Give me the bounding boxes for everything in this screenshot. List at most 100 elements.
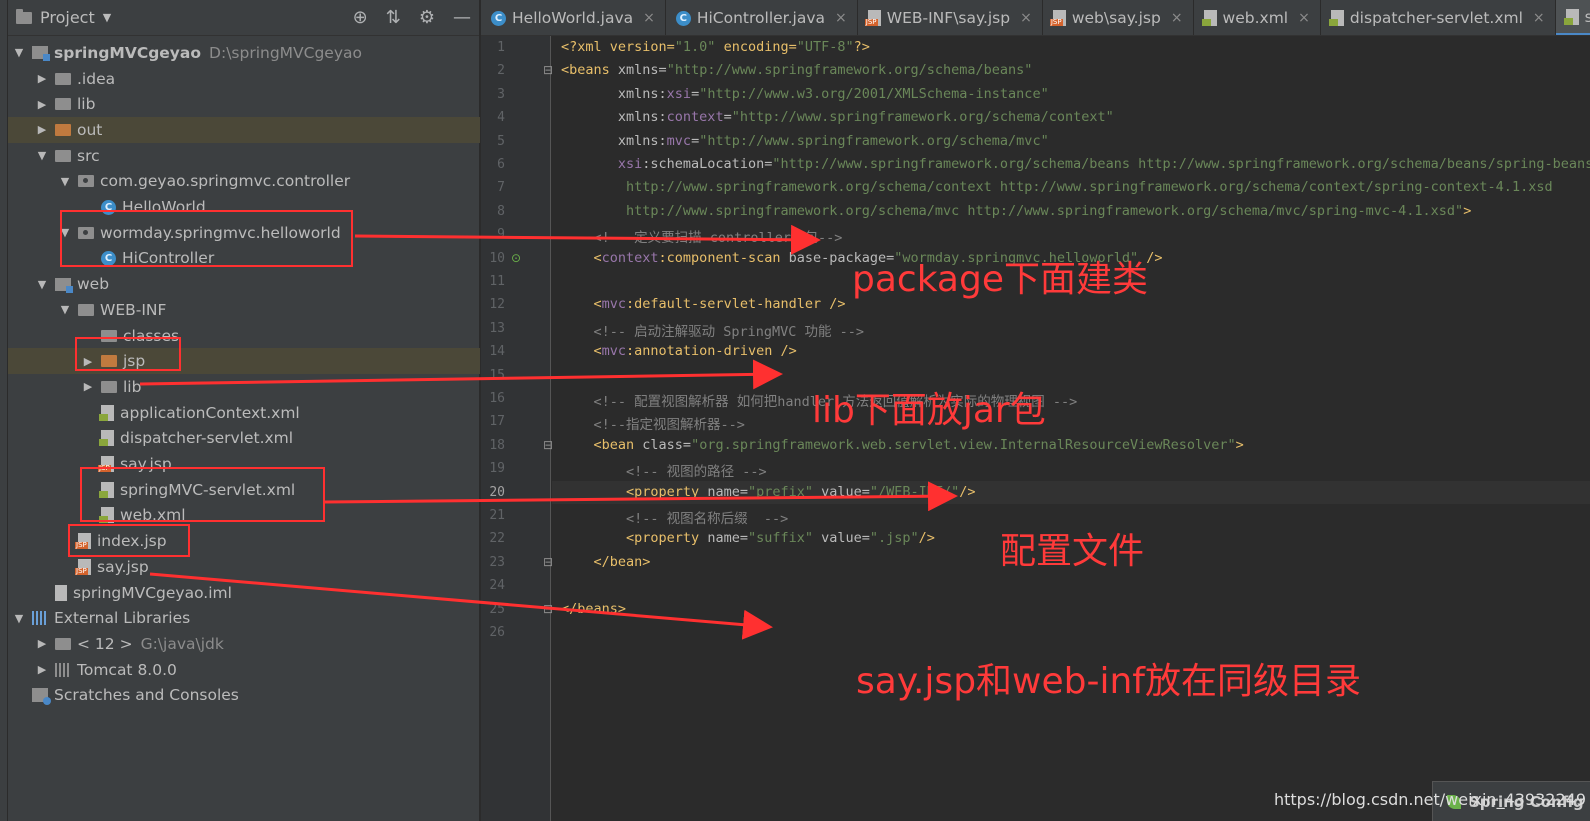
code-line[interactable]: <bean class="org.springframework.web.ser… [561,437,1244,453]
code-line[interactable]: <?xml version="1.0" encoding="UTF-8"?> [561,39,870,55]
editor-tab[interactable]: WEB-INF\say.jsp × [858,0,1043,35]
class-icon: C [675,10,691,26]
code-line[interactable]: xmlns:mvc="http://www.springframework.or… [561,133,1049,149]
collapse-arrow-icon[interactable]: ▶ [35,663,49,676]
code-token: "http://www.springframework.org/schema/b… [772,156,1590,172]
code-line[interactable]: <property name="suffix" value=".jsp"/> [561,530,935,546]
close-icon[interactable]: × [1171,10,1183,26]
xml-icon [1328,10,1344,26]
project-panel: Project ▼ ⊕ ⇅ ⚙ — ▼ springMVCgeyao D:\spri… [8,0,480,821]
code-token: xmlns: [561,109,667,126]
code-token: encoding= [715,39,797,55]
tree-item[interactable]: ▼ web [8,271,480,297]
tree-item[interactable]: springMVCgeyao.iml [8,580,480,606]
expand-arrow-icon[interactable]: ▼ [58,175,72,188]
code-line[interactable]: xsi:schemaLocation="http://www.springfra… [561,156,1590,172]
code-line[interactable]: http://www.springframework.org/schema/co… [561,179,1553,195]
line-gutter: 1 2 3 4 5 6 7 8 9 10 11 12 13 14 15 16 17 18 19 20 21 22 23 24 2… [481,36,553,821]
close-icon[interactable]: × [835,10,847,26]
code-line[interactable]: </beans> [561,601,626,617]
tree-item[interactable]: ▼ WEB-INF [8,297,480,323]
expand-arrow-icon[interactable]: ▼ [35,149,49,162]
collapse-all-icon[interactable]: ⇅ [386,7,401,28]
collapse-arrow-icon[interactable]: ▶ [35,72,49,85]
fold-icon[interactable]: ⊟ [543,555,553,569]
expand-arrow-icon[interactable]: ▼ [12,46,26,59]
code-token: "prefix" [747,483,813,500]
editor-tab-bar: CHelloWorld.java×CHiController.java×WEB-… [481,0,1590,36]
tree-item[interactable]: ▶ .idea [8,66,480,92]
fold-icon[interactable]: ⊟ [543,438,553,452]
editor-tab[interactable]: web.xml × [1194,0,1321,35]
line-number: 22 [489,531,505,547]
hide-icon[interactable]: — [453,7,471,28]
code-token: <?xml version= [561,39,675,55]
code-line[interactable]: <!-- 启动注解驱动 SpringMVC 功能 --> [561,320,865,340]
highlight-box-package [60,210,353,267]
code-line[interactable]: <!-- 视图的路径 --> [561,460,767,480]
tool-window-strip[interactable] [0,0,8,821]
tab-label: springMVC-servlet.xml [1585,8,1590,26]
code-line[interactable]: xmlns:context="http://www.springframewor… [561,109,1114,125]
tree-item-label: lib [123,377,142,396]
tree-item[interactable]: ▶ lib [8,374,480,400]
tree-item[interactable]: ▼ com.geyao.springmvc.controller [8,169,480,195]
code-line[interactable]: <property name="prefix" value="/WEB-INF/… [561,484,976,500]
spring-bean-gutter-icon[interactable]: ⊙ [511,251,521,265]
tree-item[interactable]: dispatcher-servlet.xml [8,426,480,452]
editor-tab[interactable]: C HiController.java × [666,0,858,35]
tree-item[interactable]: ▼ src [8,143,480,169]
collapse-arrow-icon[interactable]: ▶ [35,637,49,650]
locate-icon[interactable]: ⊕ [353,7,368,28]
code-line[interactable]: </bean> [561,554,651,570]
code-line[interactable]: <!-- 视图名称后缀 --> [561,507,788,527]
tree-item[interactable]: ▶ out [8,117,480,143]
line-number: 13 [489,320,505,336]
fold-icon[interactable]: ⊟ [543,63,553,77]
close-icon[interactable]: × [1020,10,1032,26]
tree-item[interactable]: say.jsp [8,554,480,580]
code-token: context [601,249,659,266]
close-icon[interactable]: × [1533,10,1545,26]
panel-title[interactable]: Project [40,8,95,27]
code-line[interactable]: <beans xmlns="http://www.springframework… [561,62,1032,78]
tree-item[interactable]: ▼ External Libraries [8,605,480,631]
tree-item-label: .idea [77,69,116,88]
code-token: xmlns: [561,85,667,102]
code-token: < [561,296,602,313]
editor-tab[interactable]: dispatcher-servlet.xml × [1321,0,1556,35]
gear-icon[interactable]: ⚙ [419,7,435,28]
line-number: 26 [489,625,505,640]
code-line[interactable]: <!--指定视图解析器--> [561,413,745,433]
tree-item[interactable]: ▶ Tomcat 8.0.0 [8,657,480,683]
code-line[interactable]: xmlns:xsi="http://www.w3.org/2001/XMLSch… [561,86,1049,102]
code-token: < [561,249,602,266]
collapse-arrow-icon[interactable]: ▶ [35,98,49,111]
code-token: xsi [666,85,692,102]
code-token: /> [959,483,976,500]
expand-arrow-icon[interactable]: ▼ [58,303,72,316]
chevron-down-icon[interactable]: ▼ [103,11,111,24]
expand-arrow-icon[interactable]: ▼ [35,278,49,291]
tree-item-label: web [77,275,110,294]
code-line[interactable]: <mvc:annotation-driven /> [561,343,797,359]
code-token: </beans> [561,600,627,617]
editor-tab[interactable]: C HelloWorld.java × [481,0,666,35]
collapse-arrow-icon[interactable]: ▶ [35,123,49,136]
code-token: ?> [853,39,870,55]
tree-item[interactable]: Scratches and Consoles [8,683,480,709]
fold-icon[interactable]: ⊟ [543,602,553,616]
close-icon[interactable]: × [643,10,655,26]
tree-item[interactable]: ▶ lib [8,91,480,117]
code-line[interactable]: <!-- 定义要扫描 controller的包--> [561,226,843,246]
code-line[interactable]: <mvc:default-servlet-handler /> [561,296,846,313]
tree-item[interactable]: ▶ < 12 > G:\java\jdk [8,631,480,657]
tree-item[interactable]: ▼ springMVCgeyao D:\springMVCgeyao [8,40,480,66]
tree-item[interactable]: applicationContext.xml [8,400,480,426]
code-line[interactable]: http://www.springframework.org/schema/mv… [561,203,1471,219]
close-icon[interactable]: × [1298,10,1310,26]
editor-tab[interactable]: web\say.jsp × [1043,0,1194,35]
collapse-arrow-icon[interactable]: ▶ [81,380,95,393]
editor-tab[interactable]: springMVC-servlet.xml [1555,0,1590,35]
expand-arrow-icon[interactable]: ▼ [12,612,26,625]
